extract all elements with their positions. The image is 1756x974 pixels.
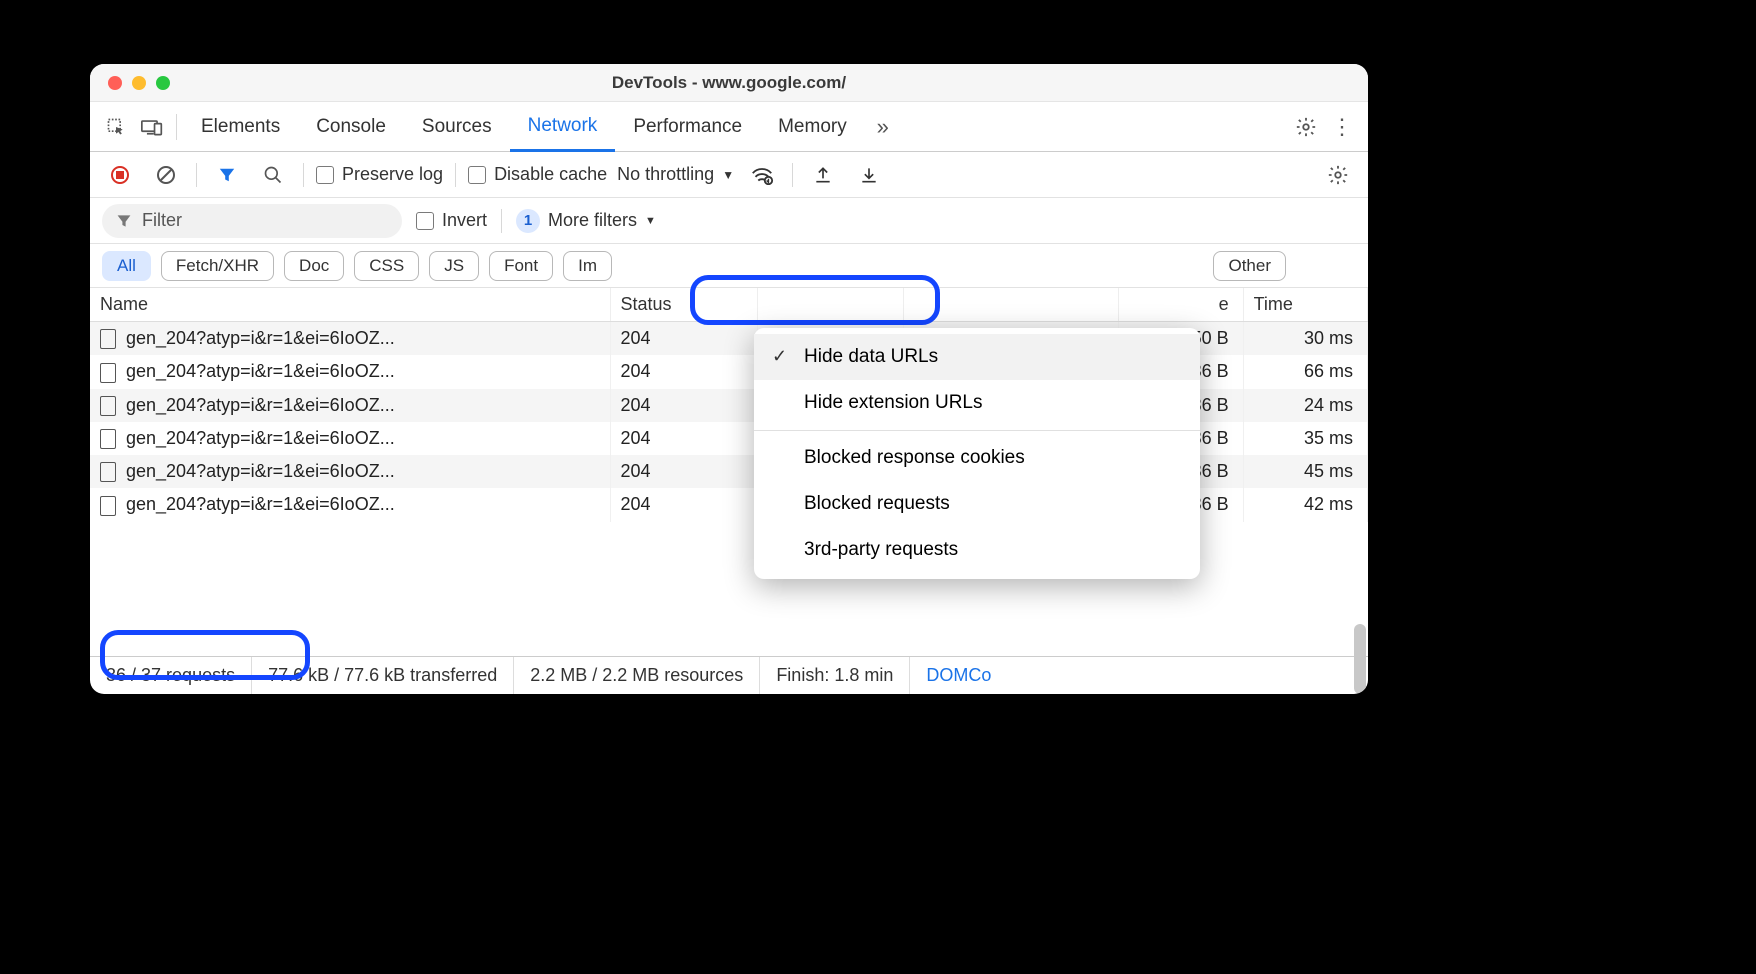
tab-memory[interactable]: Memory — [760, 102, 865, 151]
document-icon — [100, 363, 116, 383]
col-type[interactable] — [757, 288, 904, 322]
cell-time: 45 ms — [1243, 455, 1367, 488]
col-size[interactable]: e — [1119, 288, 1243, 322]
chevron-down-icon: ▼ — [722, 168, 734, 182]
preserve-log-checkbox[interactable]: Preserve log — [316, 164, 443, 185]
cell-status: 204 — [610, 488, 757, 521]
preserve-log-label: Preserve log — [342, 164, 443, 184]
devtools-window: DevTools - www.google.com/ Elements Cons… — [90, 64, 1368, 694]
settings-icon[interactable] — [1288, 109, 1324, 145]
cell-name: gen_204?atyp=i&r=1&ei=6IoOZ... — [90, 455, 610, 488]
popup-hide-extension-urls[interactable]: Hide extension URLs — [754, 380, 1200, 426]
chevron-down-icon: ▼ — [645, 215, 656, 227]
clear-button[interactable] — [148, 157, 184, 193]
popup-divider — [754, 430, 1200, 431]
col-time[interactable]: Time — [1243, 288, 1367, 322]
panel-tabs: Elements Console Sources Network Perform… — [90, 102, 1368, 152]
document-icon — [100, 496, 116, 516]
popup-blocked-requests[interactable]: Blocked requests — [754, 481, 1200, 527]
traffic-lights — [90, 76, 170, 90]
tab-performance[interactable]: Performance — [615, 102, 760, 151]
filter-toggle-icon[interactable] — [209, 157, 245, 193]
invert-checkbox[interactable]: Invert — [416, 210, 487, 231]
disable-cache-label: Disable cache — [494, 164, 607, 184]
filter-count-badge: 1 — [516, 209, 540, 233]
search-icon[interactable] — [255, 157, 291, 193]
kebab-menu-icon[interactable]: ⋮ — [1324, 109, 1360, 145]
filter-placeholder: Filter — [142, 210, 182, 231]
device-toolbar-icon[interactable] — [134, 109, 170, 145]
invert-label: Invert — [442, 210, 487, 230]
status-domcontentloaded[interactable]: DOMCo — [910, 657, 1007, 694]
throttling-label: No throttling — [617, 164, 714, 185]
network-settings-icon[interactable] — [1320, 157, 1356, 193]
cell-time: 66 ms — [1243, 355, 1367, 388]
network-conditions-icon[interactable] — [744, 157, 780, 193]
close-window-button[interactable] — [108, 76, 122, 90]
tab-network[interactable]: Network — [510, 103, 616, 152]
status-finish: Finish: 1.8 min — [760, 657, 910, 694]
chip-doc[interactable]: Doc — [284, 251, 344, 281]
cell-name: gen_204?atyp=i&r=1&ei=6IoOZ... — [90, 322, 610, 356]
chip-font[interactable]: Font — [489, 251, 553, 281]
document-icon — [100, 429, 116, 449]
cell-name: gen_204?atyp=i&r=1&ei=6IoOZ... — [90, 355, 610, 388]
chip-css[interactable]: CSS — [354, 251, 419, 281]
cell-time: 35 ms — [1243, 422, 1367, 455]
cell-time: 24 ms — [1243, 389, 1367, 422]
cell-status: 204 — [610, 322, 757, 356]
document-icon — [100, 396, 116, 416]
status-requests: 36 / 37 requests — [90, 657, 252, 694]
document-icon — [100, 329, 116, 349]
cell-name: gen_204?atyp=i&r=1&ei=6IoOZ... — [90, 488, 610, 521]
popup-hide-data-urls[interactable]: Hide data URLs — [754, 334, 1200, 380]
cell-status: 204 — [610, 455, 757, 488]
more-tabs-icon[interactable]: » — [865, 109, 901, 145]
record-button[interactable] — [102, 157, 138, 193]
titlebar: DevTools - www.google.com/ — [90, 64, 1368, 102]
cell-time: 42 ms — [1243, 488, 1367, 521]
popup-blocked-cookies[interactable]: Blocked response cookies — [754, 435, 1200, 481]
chip-fetchxhr[interactable]: Fetch/XHR — [161, 251, 274, 281]
cell-name: gen_204?atyp=i&r=1&ei=6IoOZ... — [90, 422, 610, 455]
filter-input[interactable]: Filter — [102, 204, 402, 238]
status-bar: 36 / 37 requests 77.6 kB / 77.6 kB trans… — [90, 656, 1368, 694]
col-name[interactable]: Name — [90, 288, 610, 322]
cell-status: 204 — [610, 422, 757, 455]
disable-cache-checkbox[interactable]: Disable cache — [468, 164, 607, 185]
zoom-window-button[interactable] — [156, 76, 170, 90]
type-filter-chips: All Fetch/XHR Doc CSS JS Font Im Other — [90, 244, 1368, 288]
inspect-element-icon[interactable] — [98, 109, 134, 145]
document-icon — [100, 462, 116, 482]
window-title: DevTools - www.google.com/ — [90, 73, 1368, 93]
download-har-icon[interactable] — [851, 157, 887, 193]
network-toolbar: Preserve log Disable cache No throttling… — [90, 152, 1368, 198]
minimize-window-button[interactable] — [132, 76, 146, 90]
upload-har-icon[interactable] — [805, 157, 841, 193]
cell-time: 30 ms — [1243, 322, 1367, 356]
cell-status: 204 — [610, 389, 757, 422]
col-initiator[interactable] — [904, 288, 1119, 322]
chip-all[interactable]: All — [102, 251, 151, 281]
cell-status: 204 — [610, 355, 757, 388]
status-resources: 2.2 MB / 2.2 MB resources — [514, 657, 760, 694]
chip-other[interactable]: Other — [1213, 251, 1286, 281]
chip-img[interactable]: Im — [563, 251, 612, 281]
tab-elements[interactable]: Elements — [183, 102, 298, 151]
col-status[interactable]: Status — [610, 288, 757, 322]
popup-3rd-party[interactable]: 3rd-party requests — [754, 527, 1200, 573]
more-filters-dropdown[interactable]: 1 More filters ▼ — [516, 209, 656, 233]
more-filters-label: More filters — [548, 210, 637, 231]
scrollbar-thumb[interactable] — [1354, 624, 1366, 694]
funnel-icon — [116, 213, 132, 229]
chip-js[interactable]: JS — [429, 251, 479, 281]
cell-name: gen_204?atyp=i&r=1&ei=6IoOZ... — [90, 389, 610, 422]
status-transferred: 77.6 kB / 77.6 kB transferred — [252, 657, 514, 694]
throttling-select[interactable]: No throttling ▼ — [617, 164, 734, 185]
more-filters-popup: Hide data URLs Hide extension URLs Block… — [754, 328, 1200, 579]
tab-console[interactable]: Console — [298, 102, 404, 151]
filter-bar: Filter Invert 1 More filters ▼ — [90, 198, 1368, 244]
tab-sources[interactable]: Sources — [404, 102, 510, 151]
